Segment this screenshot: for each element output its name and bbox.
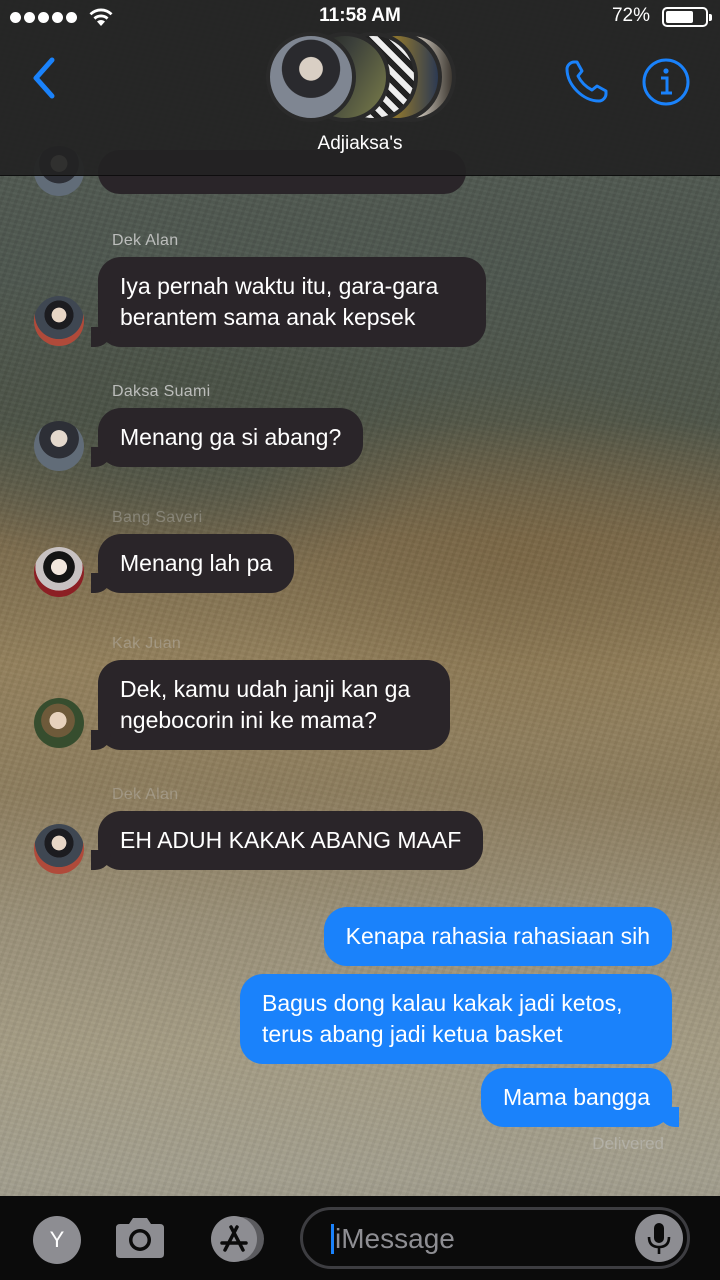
battery-icon: [662, 7, 712, 27]
phone-icon: [565, 60, 608, 103]
call-button[interactable]: [562, 56, 612, 106]
sender-name: Dek Alan: [112, 232, 179, 249]
message-bubble-incoming[interactable]: Menang ga si abang?: [90, 408, 364, 467]
message-bubble-incoming[interactable]: EH ADUH KAKAK ABANG MAAF: [90, 811, 484, 870]
conversation-title[interactable]: Adjiaksa's: [0, 133, 720, 155]
text-caret: [331, 1224, 334, 1254]
info-button[interactable]: [640, 56, 692, 108]
app-store-icon: [211, 1216, 264, 1262]
delivery-status: Delivered: [592, 1134, 664, 1153]
message-thread[interactable]: Dek Alan Iya pernah waktu itu, gara-gara…: [0, 0, 720, 1280]
group-member-avatar: [266, 32, 356, 122]
info-icon: [642, 58, 690, 106]
composer-bar: Y iMessage: [0, 1196, 720, 1280]
camera-icon: [116, 1218, 164, 1258]
chevron-left-icon: [33, 57, 55, 99]
avatar-kak-juan[interactable]: [34, 698, 84, 748]
battery-percentage: 72%: [611, 5, 650, 26]
message-bubble-incoming[interactable]: Iya pernah waktu itu, gara-gara berantem…: [91, 257, 486, 347]
message-bubble-incoming[interactable]: Menang lah pa: [90, 534, 295, 593]
sender-name: Daksa Suami: [112, 383, 211, 400]
sender-name: Dek Alan: [112, 786, 179, 803]
back-button[interactable]: [26, 54, 66, 102]
camera-button[interactable]: [112, 1214, 168, 1262]
status-bar: 11:58 AM 72%: [0, 0, 720, 34]
dictation-button[interactable]: [635, 1214, 683, 1262]
sender-name: Bang Saveri: [112, 509, 203, 526]
avatar-dek-alan[interactable]: [34, 824, 84, 874]
message-bubble-outgoing[interactable]: Bagus dong kalau kakak jadi ketos, terus…: [240, 974, 672, 1064]
sender-name: Kak Juan: [112, 635, 182, 652]
message-input-placeholder: iMessage: [335, 1223, 455, 1254]
profile-button[interactable]: Y: [33, 1216, 81, 1264]
avatar-daksa-suami[interactable]: [34, 421, 84, 471]
avatar-dek-alan[interactable]: [34, 296, 84, 346]
message-input[interactable]: iMessage: [300, 1207, 690, 1269]
microphone-icon: [647, 1223, 671, 1254]
message-bubble-incoming[interactable]: Dek, kamu udah janji kan ga ngebocorin i…: [91, 660, 450, 750]
group-avatar-stack[interactable]: [266, 32, 456, 122]
message-bubble-outgoing[interactable]: Mama bangga: [480, 1068, 680, 1127]
message-bubble-outgoing[interactable]: Kenapa rahasia rahasiaan sih: [323, 907, 672, 966]
app-store-button[interactable]: [204, 1214, 270, 1264]
conversation-header: 11:58 AM 72% Adjiaksa's: [0, 0, 720, 176]
avatar-bang-saveri[interactable]: [34, 547, 84, 597]
